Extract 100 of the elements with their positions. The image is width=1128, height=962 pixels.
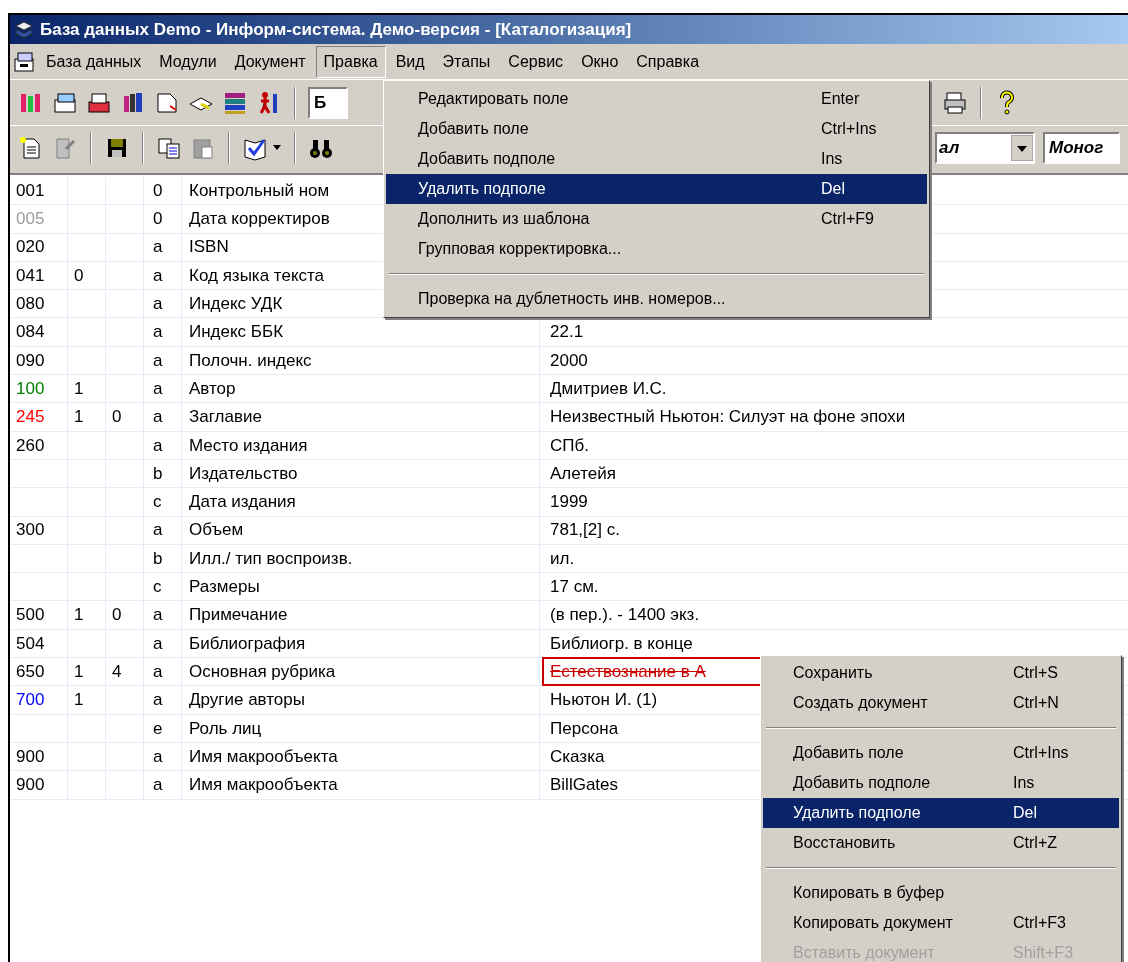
combo-box[interactable]: Моног	[1043, 131, 1120, 164]
code-cell: a	[144, 601, 182, 629]
menu-item[interactable]: Окно	[573, 45, 627, 78]
value-cell-text: СПб.	[549, 434, 590, 457]
indicator-cell: 1	[68, 403, 106, 431]
indicator-cell: 0	[68, 261, 106, 290]
tag-cell: 005	[10, 205, 68, 233]
value-cell-text: Персона	[549, 717, 620, 740]
value-cell-text: ил.	[549, 547, 576, 570]
code-cell: a	[144, 403, 182, 431]
name-cell: Библиография	[182, 629, 540, 658]
code-cell: c	[144, 573, 182, 601]
code-cell: a	[144, 629, 182, 658]
code-cell: a	[144, 658, 182, 686]
menu-option[interactable]: Копировать документ Ctrl+F3	[763, 908, 1119, 938]
code-cell: b	[144, 459, 182, 488]
menu-option[interactable]: Удалить подполе Del	[386, 174, 927, 204]
code-cell: a	[144, 771, 182, 799]
value-cell-text: 781,[2] с.	[549, 519, 621, 542]
menu-option[interactable]: Удалить подполе Del	[763, 798, 1119, 828]
tag-cell: 900	[10, 771, 68, 799]
code-cell: a	[144, 516, 182, 544]
tag-cell: 700	[10, 686, 68, 714]
tag-cell: 300	[10, 516, 68, 544]
menu-option[interactable]: Добавить поле Ctrl+Ins	[763, 738, 1119, 768]
tag-cell: 245	[10, 403, 68, 431]
tag-cell: 001	[10, 177, 68, 205]
value-cell-text: (в пер.). - 1400 экз.	[549, 604, 701, 627]
window-title: База данных Demo - Информ-система. Демо-версия - [Каталогизация]	[40, 18, 632, 41]
menu-option[interactable]: Копировать в буфер	[763, 878, 1119, 908]
menu-option[interactable]: Добавить подполе Ins	[763, 768, 1119, 798]
tag-cell: 041	[10, 261, 68, 290]
combo-box[interactable]: ал	[935, 131, 1035, 164]
code-cell: a	[144, 290, 182, 318]
value-cell-text: Ньютон И. (1)	[549, 689, 659, 712]
menu-item[interactable]: Этапы	[434, 45, 499, 78]
indicator-cell: 1	[68, 686, 106, 714]
indicator-cell: 1	[68, 601, 106, 629]
menu-option[interactable]: Добавить подполе Ins	[386, 144, 927, 174]
name-cell: Другие авторы	[182, 686, 540, 714]
name-cell: Роль лиц	[182, 714, 540, 742]
name-cell: Имя макрообъекта	[182, 771, 540, 799]
menu-option[interactable]: Создать документ Ctrl+N	[763, 688, 1119, 718]
value-cell-text: BillGates	[549, 774, 620, 797]
code-cell: a	[144, 431, 182, 459]
code-cell: a	[144, 375, 182, 403]
code-cell: a	[144, 318, 182, 346]
code-cell: b	[144, 544, 182, 573]
tag-cell: 900	[10, 742, 68, 771]
name-cell: Объем	[182, 516, 540, 544]
value-cell-text: 2000	[549, 349, 589, 372]
name-cell: Место издания	[182, 431, 540, 459]
value-cell-text: 1999	[549, 491, 589, 514]
code-cell: a	[144, 261, 182, 290]
indicator-cell: 0	[106, 601, 144, 629]
value-cell-text: Неизвестный Ньютон: Силуэт на фоне эпохи	[549, 406, 907, 429]
name-cell: Имя макрообъекта	[182, 742, 540, 771]
value-cell-text: 22.1	[549, 321, 585, 344]
name-cell: Примечание	[182, 601, 540, 629]
name-cell: Дата издания	[182, 488, 540, 516]
tag-cell: 650	[10, 658, 68, 686]
name-cell: Издательство	[182, 459, 540, 488]
code-cell: 0	[144, 177, 182, 205]
name-cell: Основная рубрика	[182, 658, 540, 686]
name-cell: Заглавие	[182, 403, 540, 431]
value-cell-text: Дмитриев И.С.	[549, 378, 668, 400]
name-cell: Полочн. индекс	[182, 346, 540, 375]
code-cell: c	[144, 488, 182, 516]
toolbar-field[interactable]: Б	[308, 86, 348, 119]
tag-cell: 100	[10, 375, 68, 403]
tag-cell: 080	[10, 290, 68, 318]
tag-cell: 090	[10, 346, 68, 375]
menu-item[interactable]: Сервис	[500, 45, 572, 78]
name-cell: Автор	[182, 375, 540, 403]
menu-item[interactable]: База данных	[38, 45, 150, 78]
code-cell: 0	[144, 205, 182, 233]
code-cell: a	[144, 233, 182, 261]
name-cell: Илл./ тип воспроизв.	[182, 544, 540, 573]
menu-option[interactable]: Добавить поле Ctrl+Ins	[386, 114, 927, 144]
menu-item[interactable]: Документ	[226, 45, 314, 78]
indicator-cell: 0	[106, 403, 144, 431]
tag-cell: 260	[10, 431, 68, 459]
code-cell: a	[144, 346, 182, 375]
tag-cell: 020	[10, 233, 68, 261]
tag-cell: 084	[10, 318, 68, 346]
menu-option[interactable]: Восстановить Ctrl+Z	[763, 828, 1119, 858]
code-cell: a	[144, 686, 182, 714]
value-cell-text: Сказка	[549, 745, 606, 768]
menu-item[interactable]: Справка	[628, 45, 708, 78]
name-cell: Размеры	[182, 573, 540, 601]
menu-item[interactable]: Вид	[387, 45, 433, 78]
value-cell-text: Библиогр. в конце	[549, 632, 694, 655]
indicator-cell: 1	[68, 658, 106, 686]
value-cell-text: Алетейя	[549, 462, 617, 485]
indicator-cell: 1	[68, 375, 106, 403]
menu-option[interactable]: Редактировать поле Enter	[386, 84, 927, 114]
menu-item[interactable]: Модули	[151, 45, 225, 78]
menu-item[interactable]: Правка	[315, 45, 386, 78]
code-cell: e	[144, 714, 182, 742]
tag-cell: 500	[10, 601, 68, 629]
